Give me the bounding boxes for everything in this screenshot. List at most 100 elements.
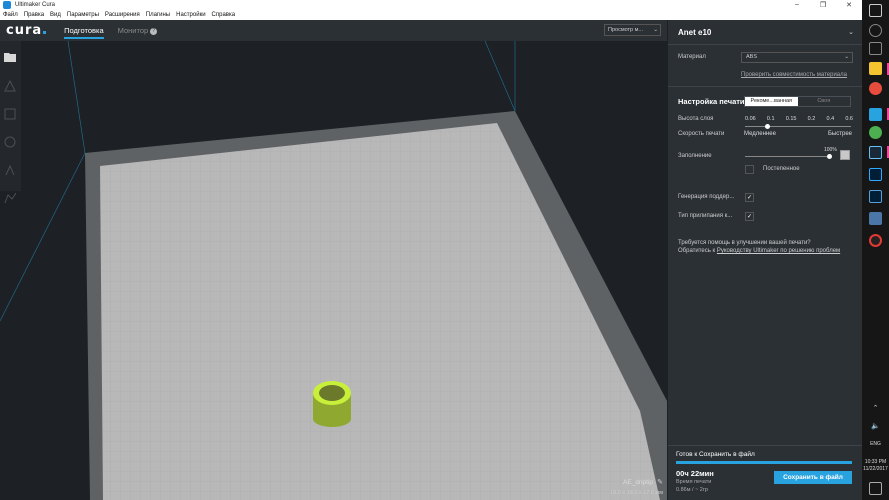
mode-recommended-button[interactable]: Рекоме...ванная (745, 97, 798, 106)
layer-tick: 0.6 (845, 116, 853, 122)
layer-tick: 0.4 (826, 116, 835, 122)
infill-label: Заполнение (678, 153, 712, 159)
3d-viewport[interactable]: AE_driptip ✎ 18.0 x 18.0 x 17.0 мм (0, 41, 667, 500)
clock-date[interactable]: 11/22/2017 (862, 466, 889, 472)
windows-taskbar: ⌃ 🔈 ENG 10:33 PM 11/22/2017 (862, 0, 889, 500)
window-title: Ultimaker Cura (15, 2, 56, 8)
chevron-up-icon[interactable]: ⌃ (869, 404, 882, 417)
clock-time[interactable]: 10:33 PM (862, 459, 889, 465)
build-plate-scene (0, 41, 667, 500)
menu-edit[interactable]: Правка (24, 12, 44, 18)
task-view-icon[interactable] (869, 42, 882, 55)
print-time-label: Время печати (676, 479, 712, 485)
mirror-tool-icon[interactable] (3, 163, 18, 177)
speed-slow-label: Медленнее (744, 131, 776, 137)
title-bar: Ultimaker Cura – ❐ ✕ (0, 0, 862, 10)
material-dropdown[interactable]: ABS ⌄ (741, 52, 853, 63)
layer-height-label: Высота слоя (678, 116, 714, 122)
slider-handle[interactable] (827, 154, 832, 159)
layer-tick: 0.15 (785, 116, 797, 122)
menu-help[interactable]: Справка (212, 12, 236, 18)
search-icon[interactable] (869, 24, 882, 37)
support-checkbox[interactable]: ✓ (745, 193, 754, 202)
mode-custom-button[interactable]: Своя (798, 97, 851, 106)
rotate-tool-icon[interactable] (3, 135, 18, 149)
printer-selector[interactable]: Anet e10 (678, 28, 711, 37)
menu-file[interactable]: Файл (3, 12, 18, 18)
menu-settings[interactable]: Параметры (67, 12, 99, 18)
save-to-file-button[interactable]: Сохранить в файл (774, 471, 852, 484)
menu-preferences[interactable]: Настройки (176, 12, 205, 18)
gradual-infill-checkbox[interactable] (745, 165, 754, 174)
tab-monitor[interactable]: Монитор? (118, 20, 158, 41)
gradual-infill-label: Постепенное (763, 166, 800, 172)
model-ring[interactable] (313, 381, 351, 427)
cura-logo: cura (6, 23, 47, 38)
adhesion-checkbox[interactable]: ✓ (745, 212, 754, 221)
volume-icon[interactable]: 🔈 (869, 422, 882, 435)
slider-handle[interactable] (765, 124, 770, 129)
support-label: Генерация поддер... (678, 194, 735, 200)
per-model-settings-icon[interactable] (3, 191, 18, 205)
photoshop-icon[interactable] (869, 168, 882, 181)
menu-view[interactable]: Вид (50, 12, 61, 18)
chrome-icon[interactable] (869, 82, 882, 95)
layer-height-slider[interactable] (745, 124, 851, 129)
divider (668, 44, 863, 45)
save-area: Готов к Сохранить в файл 00ч 22мин Время… (668, 445, 863, 500)
object-dimensions: 18.0 x 18.0 x 17.0 мм (610, 490, 663, 496)
object-name: AE_driptip (623, 479, 653, 486)
layer-height-ticks: 0.06 0.1 0.15 0.2 0.4 0.6 (745, 116, 853, 122)
print-speed-label: Скорость печати (678, 131, 725, 137)
material-usage: 0.86м / ~ 2гр (676, 487, 708, 493)
app-green-icon[interactable] (869, 126, 882, 139)
check-compatibility-link[interactable]: Проверить совместимость материала (741, 72, 847, 78)
steam-icon[interactable] (869, 146, 882, 159)
print-settings-title: Настройка печати (678, 97, 745, 106)
adhesion-label: Тип прилипания к... (678, 213, 733, 219)
help-prefix: Обратитесь к (678, 248, 717, 254)
close-icon[interactable]: ✕ (836, 1, 862, 9)
layer-tick: 0.1 (766, 116, 775, 122)
app-header: cura Подготовка Монитор? Просмотр м... ⌄ (0, 20, 667, 41)
start-icon[interactable] (869, 4, 882, 17)
open-folder-icon[interactable] (3, 51, 18, 63)
speed-fast-label: Быстрее (827, 131, 852, 137)
troubleshooting-link[interactable]: Руководству Ultimaker по решению проблем (717, 248, 840, 254)
move-tool-icon[interactable] (3, 79, 18, 93)
maximize-icon[interactable]: ❐ (810, 1, 836, 9)
save-status: Готов к Сохранить в файл (676, 451, 755, 458)
minimize-icon[interactable]: – (784, 1, 810, 9)
lightroom-icon[interactable] (869, 190, 882, 203)
record-icon[interactable] (869, 234, 882, 247)
edit-name-icon[interactable]: ✎ (657, 478, 663, 486)
notifications-icon[interactable] (869, 482, 882, 495)
chevron-down-icon: ⌄ (653, 27, 658, 33)
save-progress-bar (676, 461, 852, 464)
infill-preview-icon (840, 150, 850, 160)
help-icon[interactable]: ? (150, 27, 158, 35)
help-line: Требуется помощь в улучшении вашей печат… (678, 240, 811, 246)
menu-bar: Файл Правка Вид Параметры Расширения Пла… (0, 10, 862, 20)
tool-sidebar (0, 41, 21, 204)
scale-tool-icon[interactable] (3, 107, 18, 121)
file-explorer-icon[interactable] (869, 62, 882, 75)
infill-percentage: 100% (824, 147, 837, 153)
tab-prepare[interactable]: Подготовка (64, 20, 105, 41)
layer-tick: 0.2 (807, 116, 816, 122)
cura-taskbar-icon[interactable] (869, 108, 882, 121)
menu-plugins[interactable]: Плагины (146, 12, 170, 18)
view-mode-dropdown[interactable]: Просмотр м... ⌄ (604, 24, 661, 36)
divider (668, 86, 863, 87)
vk-icon[interactable] (869, 212, 882, 225)
chevron-down-icon: ⌄ (844, 54, 849, 60)
chevron-down-icon[interactable]: ⌄ (848, 28, 854, 36)
help-text: Требуется помощь в улучшении вашей печат… (678, 239, 858, 255)
language-indicator[interactable]: ENG (862, 441, 889, 447)
layer-tick: 0.06 (745, 116, 756, 122)
print-time: 00ч 22мин (676, 469, 714, 478)
infill-slider[interactable] (745, 154, 832, 159)
settings-panel: Anet e10 ⌄ Материал ABS ⌄ Проверить совме… (667, 20, 863, 500)
menu-extensions[interactable]: Расширения (105, 12, 140, 18)
cura-app-icon (3, 1, 11, 9)
